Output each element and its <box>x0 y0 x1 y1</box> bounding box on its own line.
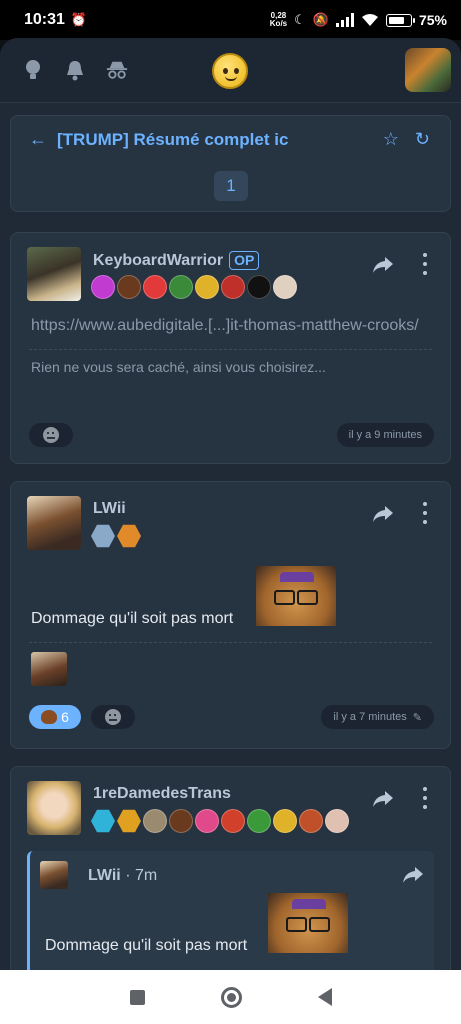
reaction-button[interactable] <box>91 705 135 729</box>
user-badge-icon[interactable] <box>91 275 115 299</box>
topic-title: [TRUMP] Résumé complet ic <box>57 129 289 149</box>
home-button[interactable] <box>220 986 242 1008</box>
more-options-icon[interactable] <box>422 787 428 809</box>
more-options-icon[interactable] <box>422 502 428 524</box>
post-author[interactable]: 1reDamedesTrans <box>93 785 231 803</box>
site-logo[interactable] <box>212 53 248 89</box>
divider <box>29 349 432 350</box>
top-bar <box>0 38 461 103</box>
refresh-icon[interactable]: ↻ <box>415 129 430 150</box>
badge-list <box>91 275 297 299</box>
post-author-name[interactable]: LWii <box>93 500 126 517</box>
share-icon[interactable] <box>372 787 394 809</box>
post-card: 1reDamedesTrans LWii · 7m Dommage qu'il … <box>10 766 451 970</box>
post-timestamp-text: il y a 9 minutes <box>348 429 422 441</box>
cat-with-glasses-image[interactable] <box>268 893 348 953</box>
user-badge-icon[interactable] <box>221 275 245 299</box>
user-badge-icon[interactable] <box>195 809 219 833</box>
reaction-count: 6 <box>61 709 69 725</box>
user-badge-icon[interactable] <box>247 809 271 833</box>
lightbulb-icon[interactable] <box>22 59 44 81</box>
signal-icon <box>335 13 354 27</box>
user-badge-icon[interactable] <box>273 809 297 833</box>
user-badge-icon[interactable] <box>91 809 115 833</box>
user-badge-icon[interactable] <box>117 524 141 548</box>
op-badge: OP <box>229 251 260 270</box>
post-card: LWii Dommage qu'il soit pas mort 6 il y … <box>10 481 451 749</box>
neutral-face-icon <box>43 427 59 443</box>
network-speed: 0,28 Ko/s <box>270 12 287 28</box>
user-badge-icon[interactable] <box>91 524 115 548</box>
quote-text: Dommage qu'il soit pas mort <box>45 937 248 954</box>
battery-percent: 75% <box>418 12 447 28</box>
user-badge-icon[interactable] <box>143 809 167 833</box>
reaction-button[interactable] <box>29 423 73 447</box>
bell-icon[interactable] <box>64 59 86 81</box>
wifi-icon <box>361 14 378 26</box>
avatar[interactable] <box>27 247 81 301</box>
user-badge-icon[interactable] <box>169 809 193 833</box>
share-icon[interactable] <box>372 502 394 524</box>
quote-author-name: LWii <box>88 867 121 884</box>
divider <box>29 642 432 643</box>
user-badge-icon[interactable] <box>299 809 323 833</box>
status-time: 10:31 <box>24 11 65 28</box>
user-badge-icon[interactable] <box>169 275 193 299</box>
more-options-icon[interactable] <box>422 253 428 275</box>
user-avatar[interactable] <box>405 48 451 92</box>
battery-icon <box>385 13 415 27</box>
badge-list <box>91 524 141 548</box>
user-badge-icon[interactable] <box>247 275 271 299</box>
avatar[interactable] <box>27 496 81 550</box>
user-badge-icon[interactable] <box>325 809 349 833</box>
star-icon[interactable]: ☆ <box>383 129 399 150</box>
share-icon[interactable] <box>402 863 424 885</box>
post-author[interactable]: LWii <box>93 500 126 518</box>
user-badge-icon[interactable] <box>117 809 141 833</box>
post-card: KeyboardWarrior OP https://www.aubedigita… <box>10 232 451 464</box>
user-badge-icon[interactable] <box>273 275 297 299</box>
back-arrow-icon[interactable]: ← <box>29 129 47 150</box>
incognito-icon[interactable] <box>106 59 128 81</box>
quoted-post[interactable]: LWii · 7m Dommage qu'il soit pas mort <box>27 851 434 970</box>
topic-header: ← [TRUMP] Résumé complet ic ☆ ↻ 1 <box>10 115 451 212</box>
app-window: ← [TRUMP] Résumé complet ic ☆ ↻ 1 Keyboa… <box>0 38 461 970</box>
cat-with-glasses-image[interactable] <box>256 566 336 626</box>
post-author[interactable]: KeyboardWarrior OP <box>93 251 260 270</box>
reaction-button[interactable]: 6 <box>29 705 81 729</box>
poop-icon <box>41 710 58 724</box>
badge-list <box>91 809 349 833</box>
share-icon[interactable] <box>372 253 394 275</box>
user-badge-icon[interactable] <box>195 275 219 299</box>
post-timestamp-text: il y a 7 minutes <box>333 711 407 723</box>
back-button[interactable] <box>317 988 332 1006</box>
quote-avatar <box>40 861 68 889</box>
edited-pencil-icon: ✎ <box>412 711 422 724</box>
post-timestamp: il y a 9 minutes <box>336 423 434 447</box>
post-text: Dommage qu'il soit pas mort <box>31 610 234 627</box>
mute-icon: 🔕 <box>312 12 329 27</box>
signature-image[interactable] <box>31 652 67 686</box>
link-preview-text[interactable]: Rien ne vous sera caché, ainsi vous choi… <box>11 359 450 375</box>
quote-age: · 7m <box>125 867 158 884</box>
page-number-button[interactable]: 1 <box>214 171 248 201</box>
status-bar: 10:31 ⏰ 0,28 Ko/s ☾ 🔕 75% <box>0 0 461 40</box>
system-nav-bar <box>0 970 461 1024</box>
quote-author: LWii · 7m <box>88 867 157 885</box>
network-speed-unit: Ko/s <box>269 19 288 28</box>
post-link[interactable]: https://www.aubedigitale.[...]it-thomas-… <box>11 315 450 337</box>
alarm-icon: ⏰ <box>70 12 88 27</box>
user-badge-icon[interactable] <box>143 275 167 299</box>
recent-apps-button[interactable] <box>129 989 145 1005</box>
neutral-face-icon <box>105 709 121 725</box>
post-timestamp: il y a 7 minutes ✎ <box>321 705 434 729</box>
moon-icon: ☾ <box>294 12 306 27</box>
user-badge-icon[interactable] <box>221 809 245 833</box>
post-author-name[interactable]: 1reDamedesTrans <box>93 785 231 802</box>
post-author-name[interactable]: KeyboardWarrior <box>93 252 223 269</box>
user-badge-icon[interactable] <box>117 275 141 299</box>
avatar[interactable] <box>27 781 81 835</box>
